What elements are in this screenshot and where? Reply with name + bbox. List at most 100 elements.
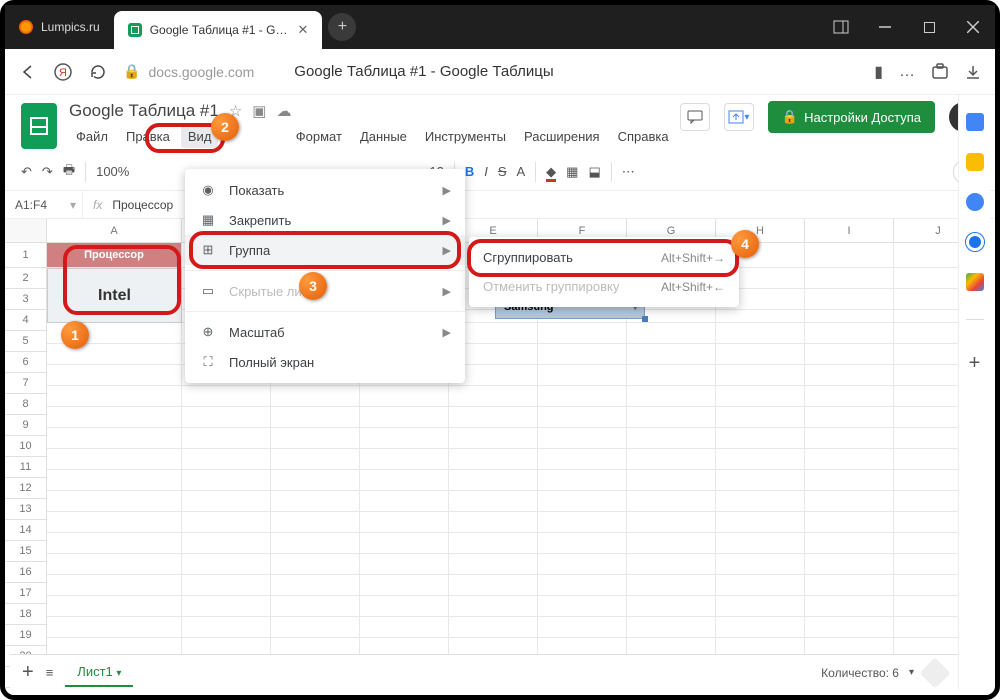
comments-button[interactable] bbox=[680, 103, 710, 131]
col-header[interactable]: I bbox=[805, 219, 894, 243]
row-header[interactable]: 13 bbox=[5, 499, 47, 520]
sheets-logo-icon[interactable] bbox=[21, 103, 57, 149]
calendar-icon[interactable] bbox=[966, 113, 984, 131]
bookmark-icon[interactable]: ▮ bbox=[874, 62, 883, 82]
text-color-button[interactable]: A bbox=[517, 164, 526, 179]
menu-file[interactable]: Файл bbox=[69, 125, 115, 148]
menu-tools[interactable]: Инструменты bbox=[418, 125, 513, 148]
redo-button[interactable]: ↷ bbox=[42, 164, 53, 180]
row-header[interactable]: 9 bbox=[5, 415, 47, 436]
group-submenu-dropdown: СгруппироватьAlt+Shift+→ Отменить группи… bbox=[469, 237, 739, 307]
maximize-button[interactable] bbox=[907, 5, 951, 49]
move-icon[interactable]: ▣ bbox=[252, 102, 266, 120]
menu-data[interactable]: Данные bbox=[353, 125, 414, 148]
contacts-icon[interactable] bbox=[966, 233, 984, 251]
row-header[interactable]: 5 bbox=[5, 331, 47, 352]
row-header[interactable]: 18 bbox=[5, 604, 47, 625]
tasks-icon[interactable] bbox=[966, 193, 984, 211]
minimize-button[interactable] bbox=[863, 5, 907, 49]
row-header[interactable]: 11 bbox=[5, 457, 47, 478]
lock-icon: 🔒 bbox=[123, 63, 140, 80]
zoom-select[interactable]: 100% bbox=[96, 164, 129, 179]
row-header[interactable]: 7 bbox=[5, 373, 47, 394]
tab-label: Google Таблица #1 - G… bbox=[150, 23, 288, 37]
formula-bar: A1:F4▾ fx Процессор bbox=[5, 191, 995, 219]
fullscreen-icon: ⛶ bbox=[199, 354, 217, 370]
back-button[interactable] bbox=[19, 63, 37, 81]
menu-edit[interactable]: Правка bbox=[119, 125, 177, 148]
row-header[interactable]: 15 bbox=[5, 541, 47, 562]
sidebar-toggle-icon[interactable] bbox=[819, 5, 863, 49]
close-icon[interactable]: ✕ bbox=[297, 22, 308, 38]
keep-icon[interactable] bbox=[966, 153, 984, 171]
explore-icon[interactable] bbox=[919, 657, 950, 688]
reload-button[interactable] bbox=[89, 63, 107, 81]
formula-input[interactable]: Процессор bbox=[112, 198, 173, 212]
yandex-icon[interactable]: Я bbox=[53, 62, 73, 82]
row-header[interactable]: 8 bbox=[5, 394, 47, 415]
present-button[interactable]: ▾ bbox=[724, 103, 754, 131]
fill-color-button[interactable]: ◆ bbox=[546, 164, 556, 180]
menu-freeze[interactable]: ▦Закрепить▶ bbox=[185, 205, 465, 235]
col-header[interactable]: A bbox=[47, 219, 182, 243]
docs-header: Google Таблица #1 ☆ ▣ ☁ Файл Правка Вид … bbox=[5, 95, 995, 149]
zoom-icon: ⊕ bbox=[199, 324, 217, 340]
row-header[interactable]: 4 bbox=[5, 310, 47, 331]
menu-help[interactable]: Справка bbox=[611, 125, 676, 148]
select-all-corner[interactable] bbox=[5, 219, 47, 243]
menu-format[interactable]: Формат bbox=[289, 125, 349, 148]
new-tab-button[interactable]: + bbox=[328, 13, 356, 41]
close-window-button[interactable] bbox=[951, 5, 995, 49]
addons-plus-icon[interactable]: + bbox=[969, 352, 981, 375]
row-header[interactable]: 14 bbox=[5, 520, 47, 541]
group-icon: ⊞ bbox=[199, 242, 217, 258]
menu-group[interactable]: ⊞Группа▶ bbox=[185, 235, 465, 265]
name-box[interactable]: A1:F4▾ bbox=[5, 191, 83, 218]
extensions-icon[interactable] bbox=[931, 63, 949, 81]
annotation-badge: 1 bbox=[61, 321, 89, 349]
svg-text:Я: Я bbox=[59, 67, 67, 79]
cloud-icon[interactable]: ☁ bbox=[276, 102, 291, 120]
share-button[interactable]: 🔒 Настройки Доступа bbox=[768, 101, 935, 133]
cell-intel[interactable]: Intel bbox=[47, 268, 182, 323]
maps-icon[interactable] bbox=[966, 273, 984, 291]
fx-icon: fx bbox=[83, 198, 112, 212]
doc-title[interactable]: Google Таблица #1 bbox=[69, 101, 219, 121]
url-display[interactable]: 🔒 docs.google.com bbox=[123, 63, 254, 80]
undo-button[interactable]: ↶ bbox=[21, 164, 32, 180]
row-header[interactable]: 10 bbox=[5, 436, 47, 457]
submenu-group[interactable]: СгруппироватьAlt+Shift+→ bbox=[469, 243, 739, 272]
row-header[interactable]: 6 bbox=[5, 352, 47, 373]
download-icon[interactable] bbox=[965, 64, 981, 80]
submenu-ungroup: Отменить группировкуAlt+Shift+← bbox=[469, 272, 739, 301]
browser-tab-active[interactable]: Google Таблица #1 - G… ✕ bbox=[114, 11, 323, 49]
cell-header[interactable]: Процессор bbox=[47, 243, 182, 268]
borders-button[interactable]: ▦ bbox=[566, 164, 578, 180]
row-header[interactable]: 1 bbox=[5, 243, 47, 268]
row-header[interactable]: 12 bbox=[5, 478, 47, 499]
menu-extensions[interactable]: Расширения bbox=[517, 125, 607, 148]
annotation-badge: 3 bbox=[299, 272, 327, 300]
row-header[interactable]: 2 bbox=[5, 268, 47, 289]
row-header[interactable]: 3 bbox=[5, 289, 47, 310]
url-domain: docs.google.com bbox=[148, 64, 254, 80]
add-sheet-button[interactable]: + bbox=[22, 661, 34, 684]
merge-button[interactable]: ⬓ bbox=[588, 164, 600, 180]
browser-tab-inactive[interactable]: Lumpics.ru bbox=[5, 5, 114, 49]
all-sheets-button[interactable]: ≡ bbox=[46, 665, 54, 680]
menu-fullscreen[interactable]: ⛶Полный экран bbox=[185, 347, 465, 377]
italic-button[interactable]: I bbox=[484, 164, 488, 179]
menu-show[interactable]: ◉Показать▶ bbox=[185, 175, 465, 205]
row-header[interactable]: 16 bbox=[5, 562, 47, 583]
more-icon[interactable]: … bbox=[899, 63, 915, 81]
toolbar-more-button[interactable]: ⋯ bbox=[622, 164, 635, 180]
print-button[interactable]: 🖶 bbox=[63, 161, 75, 183]
count-label: Количество: 6 bbox=[821, 666, 899, 680]
strike-button[interactable]: S bbox=[498, 164, 507, 179]
row-header[interactable]: 17 bbox=[5, 583, 47, 604]
share-label: Настройки Доступа bbox=[804, 110, 921, 125]
sheet-tab[interactable]: Лист1 ▾ bbox=[65, 658, 133, 687]
bold-button[interactable]: B bbox=[465, 164, 474, 179]
menu-zoom[interactable]: ⊕Масштаб▶ bbox=[185, 317, 465, 347]
row-header[interactable]: 19 bbox=[5, 625, 47, 646]
